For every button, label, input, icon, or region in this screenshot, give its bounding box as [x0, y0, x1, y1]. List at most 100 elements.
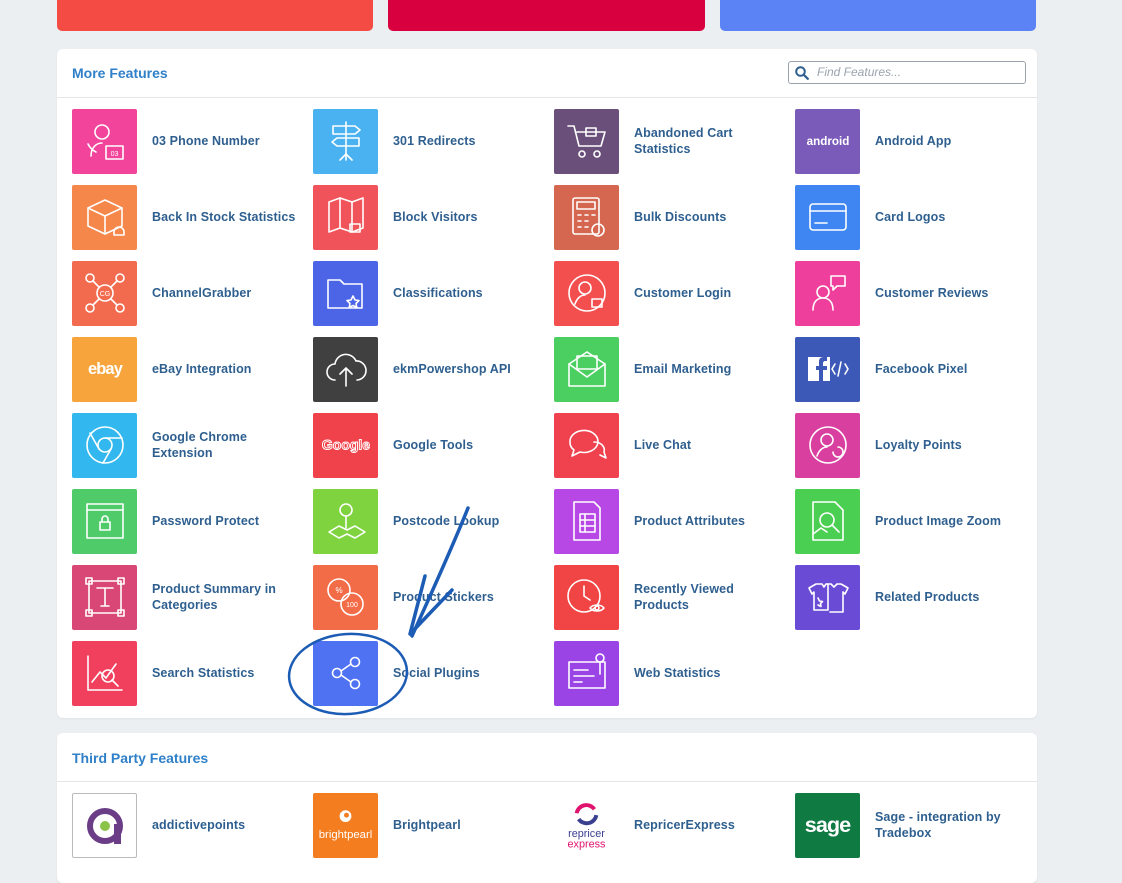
feature-android-app[interactable]: android Android App	[795, 108, 1031, 174]
channelgrabber-icon[interactable]: CG	[72, 260, 137, 326]
chart-search-icon[interactable]	[72, 640, 137, 706]
feature-label[interactable]: Product Summary in Categories	[152, 581, 308, 613]
box-bell-icon[interactable]	[72, 184, 137, 250]
feature-label[interactable]: Live Chat	[634, 437, 691, 453]
map-lock-icon[interactable]	[313, 184, 378, 250]
feature-abandoned-cart-statistics[interactable]: Abandoned Cart Statistics	[554, 108, 790, 174]
feature-label[interactable]: Loyalty Points	[875, 437, 962, 453]
feature-label[interactable]: Postcode Lookup	[393, 513, 499, 529]
phone-number-icon[interactable]: 03	[72, 108, 137, 174]
feature-label[interactable]: ekmPowershop API	[393, 361, 511, 377]
feature-product-stickers[interactable]: 100% Product Stickers	[313, 564, 549, 630]
feature-classifications[interactable]: Classifications	[313, 260, 549, 326]
find-features-search[interactable]	[788, 61, 1026, 84]
third-party-sage-integration-by-tradebox[interactable]: sage Sage - integration by Tradebox	[795, 792, 1031, 858]
feature-label[interactable]: Facebook Pixel	[875, 361, 967, 377]
feature-label[interactable]: Social Plugins	[393, 665, 480, 681]
feature-label[interactable]: Card Logos	[875, 209, 945, 225]
sage-logo-icon[interactable]: sage	[795, 792, 860, 858]
feature-label[interactable]: Web Statistics	[634, 665, 721, 681]
cart-icon[interactable]	[554, 108, 619, 174]
clock-eye-icon[interactable]	[554, 564, 619, 630]
feature-label[interactable]: Abandoned Cart Statistics	[634, 125, 790, 157]
feature-301-redirects[interactable]: 301 Redirects	[313, 108, 549, 174]
feature-label[interactable]: Search Statistics	[152, 665, 254, 681]
feature-channelgrabber[interactable]: CG ChannelGrabber	[72, 260, 308, 326]
feature-google-chrome-extension[interactable]: Google Chrome Extension	[72, 412, 308, 478]
feature-label[interactable]: eBay Integration	[152, 361, 252, 377]
feature-label[interactable]: Product Image Zoom	[875, 513, 1001, 529]
feature-social-plugins[interactable]: Social Plugins	[313, 640, 549, 706]
feature-03-phone-number[interactable]: 03 03 Phone Number	[72, 108, 308, 174]
stickers-icon[interactable]: 100%	[313, 564, 378, 630]
feature-label[interactable]: Product Stickers	[393, 589, 494, 605]
feature-label[interactable]: Customer Reviews	[875, 285, 988, 301]
user-lock-icon[interactable]	[554, 260, 619, 326]
feature-card-logos[interactable]: Card Logos	[795, 184, 1031, 250]
feature-label[interactable]: Product Attributes	[634, 513, 745, 529]
feature-label[interactable]: Block Visitors	[393, 209, 478, 225]
ebay-logo-icon[interactable]: ebay	[72, 336, 137, 402]
feature-search-statistics[interactable]: Search Statistics	[72, 640, 308, 706]
top-tile-red[interactable]	[57, 0, 373, 31]
envelope-icon[interactable]	[554, 336, 619, 402]
feature-label[interactable]: Google Tools	[393, 437, 473, 453]
top-tile-blue[interactable]	[720, 0, 1036, 31]
feature-label[interactable]: 03 Phone Number	[152, 133, 260, 149]
feature-label[interactable]: Recently Viewed Products	[634, 581, 790, 613]
find-features-input[interactable]	[817, 64, 1017, 80]
feature-facebook-pixel[interactable]: Facebook Pixel	[795, 336, 1031, 402]
brightpearl-logo-icon[interactable]: brightpearl	[313, 792, 378, 858]
feature-postcode-lookup[interactable]: Postcode Lookup	[313, 488, 549, 554]
feature-label[interactable]: Related Products	[875, 589, 979, 605]
text-frame-icon[interactable]	[72, 564, 137, 630]
browser-lock-icon[interactable]	[72, 488, 137, 554]
addictivepoints-logo-icon[interactable]	[72, 792, 137, 858]
third-party-repricerexpress[interactable]: repricer express RepricerExpress	[554, 792, 790, 858]
feature-email-marketing[interactable]: Email Marketing	[554, 336, 790, 402]
feature-label[interactable]: Google Chrome Extension	[152, 429, 308, 461]
tshirts-icon[interactable]	[795, 564, 860, 630]
feature-product-attributes[interactable]: Product Attributes	[554, 488, 790, 554]
feature-label[interactable]: Email Marketing	[634, 361, 731, 377]
feature-loyalty-points[interactable]: Loyalty Points	[795, 412, 1031, 478]
repricerexpress-logo-icon[interactable]: repricer express	[554, 792, 619, 858]
feature-customer-login[interactable]: Customer Login	[554, 260, 790, 326]
feature-label[interactable]: 301 Redirects	[393, 133, 476, 149]
cloud-upload-icon[interactable]	[313, 336, 378, 402]
signpost-icon[interactable]	[313, 108, 378, 174]
feature-label[interactable]: Android App	[875, 133, 951, 149]
facebook-code-icon[interactable]	[795, 336, 860, 402]
share-icon[interactable]	[313, 640, 378, 706]
folder-star-icon[interactable]	[313, 260, 378, 326]
image-zoom-icon[interactable]	[795, 488, 860, 554]
web-stats-icon[interactable]	[554, 640, 619, 706]
chat-bubbles-icon[interactable]	[554, 412, 619, 478]
feature-ebay-integration[interactable]: ebay eBay Integration	[72, 336, 308, 402]
feature-label[interactable]: ChannelGrabber	[152, 285, 251, 301]
feature-label[interactable]: Bulk Discounts	[634, 209, 726, 225]
feature-customer-reviews[interactable]: Customer Reviews	[795, 260, 1031, 326]
document-list-icon[interactable]	[554, 488, 619, 554]
feature-label[interactable]: Back In Stock Statistics	[152, 209, 295, 225]
credit-card-icon[interactable]	[795, 184, 860, 250]
feature-block-visitors[interactable]: Block Visitors	[313, 184, 549, 250]
android-logo-icon[interactable]: android	[795, 108, 860, 174]
map-pin-icon[interactable]	[313, 488, 378, 554]
third-party-label[interactable]: Brightpearl	[393, 817, 461, 833]
third-party-label[interactable]: RepricerExpress	[634, 817, 735, 833]
top-tile-crimson[interactable]	[388, 0, 705, 31]
third-party-brightpearl[interactable]: brightpearl Brightpearl	[313, 792, 549, 858]
feature-back-in-stock-statistics[interactable]: Back In Stock Statistics	[72, 184, 308, 250]
chrome-icon[interactable]	[72, 412, 137, 478]
google-logo-icon[interactable]: Google	[313, 412, 378, 478]
feature-product-summary-in-categories[interactable]: Product Summary in Categories	[72, 564, 308, 630]
third-party-label[interactable]: Sage - integration by Tradebox	[875, 809, 1031, 841]
feature-google-tools[interactable]: Google Google Tools	[313, 412, 549, 478]
feature-label[interactable]: Customer Login	[634, 285, 731, 301]
third-party-label[interactable]: addictivepoints	[152, 817, 245, 833]
feature-related-products[interactable]: Related Products	[795, 564, 1031, 630]
calculator-icon[interactable]	[554, 184, 619, 250]
feature-web-statistics[interactable]: Web Statistics	[554, 640, 790, 706]
feature-product-image-zoom[interactable]: Product Image Zoom	[795, 488, 1031, 554]
